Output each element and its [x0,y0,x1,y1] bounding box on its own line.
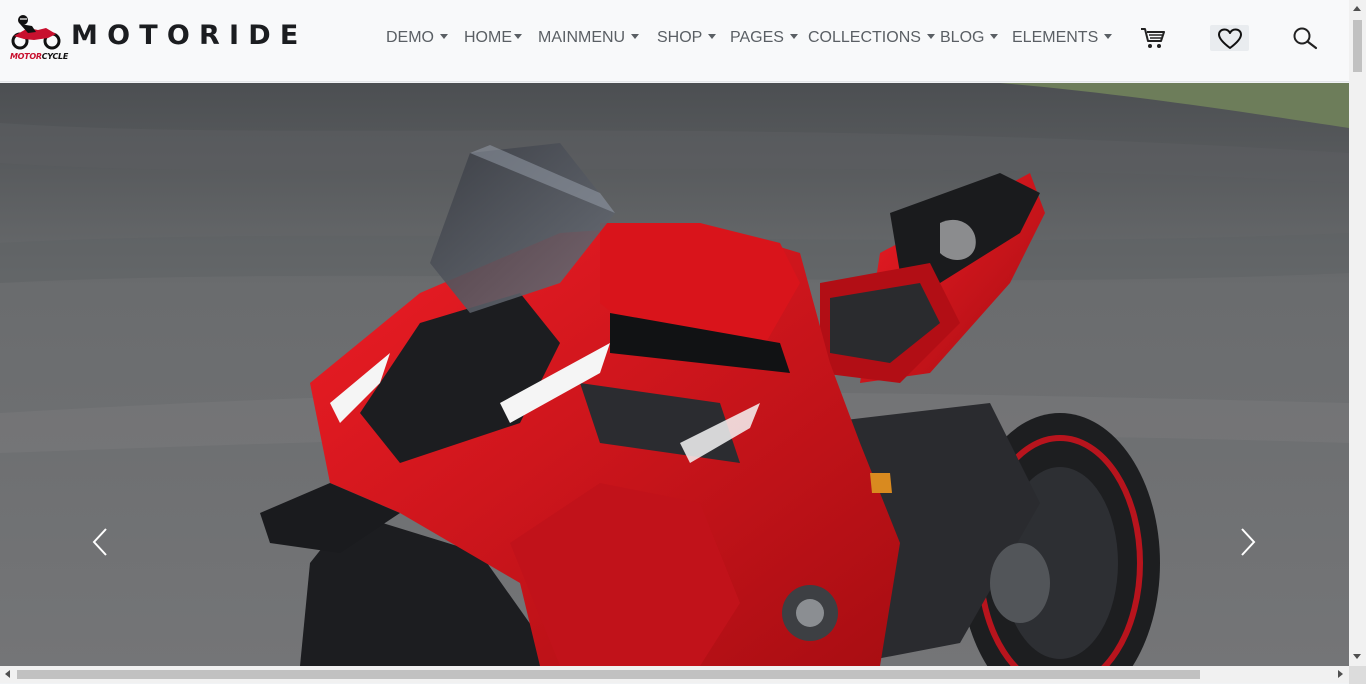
search-button[interactable] [1292,26,1318,55]
caret-down-icon [789,34,798,39]
nav-home[interactable]: HOME [464,29,522,49]
nav-demo[interactable]: DEMO [386,29,448,49]
cart-button[interactable] [1140,26,1166,55]
caret-down-icon [514,34,522,39]
nav-demo-label: DEMO [386,29,434,46]
horizontal-scrollbar[interactable] [0,666,1349,683]
chevron-left-icon [92,528,107,556]
caret-down-icon [990,34,999,39]
nav-collections[interactable]: COLLECTIONS [808,29,935,49]
nav-elements-label: ELEMENTS [1012,29,1099,46]
carousel-next-button[interactable] [1236,526,1260,558]
vertical-scrollbar[interactable] [1349,0,1366,666]
cart-icon [1141,28,1165,48]
scroll-up-icon[interactable] [1353,6,1361,11]
logo[interactable]: MOTORCYCLE [8,14,68,62]
nav-mainmenu[interactable]: MAINMENU [538,29,640,49]
nav-pages-label: PAGES [730,29,784,46]
heart-icon [1218,28,1242,49]
nav-home-label: HOME [464,29,512,46]
hero-carousel[interactable] [0,83,1349,666]
nav-pages[interactable]: PAGES [730,29,798,49]
scroll-left-icon[interactable] [5,670,10,678]
nav-blog-label: BLOG [940,29,985,46]
caret-down-icon [440,34,448,39]
carousel-prev-button[interactable] [88,526,112,558]
horizontal-scroll-thumb[interactable] [17,670,1200,679]
chevron-right-icon [1241,528,1256,556]
nav-elements[interactable]: ELEMENTS [1012,29,1113,49]
nav-blog[interactable]: BLOG [940,29,999,49]
search-icon [1293,27,1318,50]
nav-shop[interactable]: SHOP [657,29,717,49]
caret-down-icon [708,34,717,39]
scrollbar-corner [1349,666,1366,684]
scroll-down-icon[interactable] [1353,654,1361,659]
brand-name[interactable]: MOTORIDE [71,20,307,51]
nav-collections-label: COLLECTIONS [808,29,921,46]
hero-slide-image [0,83,1349,666]
nav-mainmenu-label: MAINMENU [538,29,626,46]
caret-down-icon [631,34,640,39]
vertical-scroll-thumb[interactable] [1353,20,1362,72]
nav-shop-label: SHOP [657,29,703,46]
logo-text: MOTORCYCLE [10,52,69,61]
motorcycle-logo-icon [11,15,61,50]
caret-down-icon [926,34,935,39]
scroll-right-icon[interactable] [1338,670,1343,678]
navbar: MOTORCYCLE MOTORIDE DEMO HOME MAINMENU S… [0,0,1349,82]
caret-down-icon [1104,34,1113,39]
wishlist-button[interactable] [1210,25,1249,51]
